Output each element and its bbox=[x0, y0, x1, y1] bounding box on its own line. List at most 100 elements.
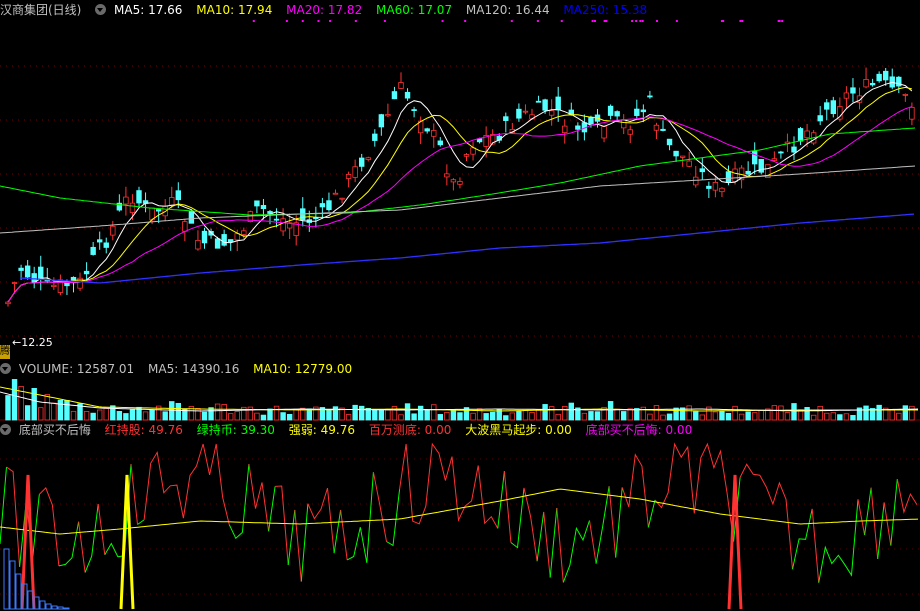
volume-bar bbox=[843, 413, 850, 421]
candle-body bbox=[431, 130, 437, 137]
strength-line bbox=[621, 453, 649, 528]
candle-body bbox=[601, 126, 607, 139]
volume-bar bbox=[666, 413, 673, 421]
volume-bar bbox=[470, 412, 476, 421]
volume-bar bbox=[503, 415, 509, 421]
candle-body bbox=[372, 133, 378, 141]
candle-body bbox=[182, 221, 188, 232]
candle-body bbox=[463, 154, 470, 157]
candle-body bbox=[97, 239, 103, 243]
volume-chart[interactable] bbox=[0, 377, 920, 421]
candle-body bbox=[319, 203, 326, 208]
volume-bar bbox=[830, 412, 836, 421]
candle-body bbox=[123, 196, 129, 205]
volume-bar bbox=[385, 409, 391, 421]
volume-bar bbox=[195, 408, 201, 421]
ma10-label: MA10: 17.94 bbox=[196, 3, 273, 17]
volume-bar bbox=[660, 414, 666, 421]
candle-body bbox=[614, 111, 620, 117]
volume-legend-bar: VOLUME: 12587.01 MA5: 14390.16 MA10: 127… bbox=[0, 361, 920, 377]
volume-bar bbox=[83, 411, 90, 421]
candle-body bbox=[516, 108, 522, 119]
strength-line bbox=[818, 499, 859, 583]
candle-body bbox=[679, 155, 686, 158]
volume-bar bbox=[457, 412, 463, 421]
signal-dot bbox=[639, 20, 642, 22]
volume-bar bbox=[483, 413, 489, 421]
candle-body bbox=[24, 265, 31, 278]
indicator-chart[interactable] bbox=[0, 439, 920, 611]
volume-bar bbox=[358, 405, 365, 421]
signal-spike bbox=[20, 474, 36, 610]
volume-bar bbox=[594, 411, 601, 421]
strength-label: 强弱: 49.76 bbox=[288, 423, 355, 437]
settings-dropdown-icon[interactable] bbox=[95, 4, 107, 15]
candlestick-chart[interactable] bbox=[0, 18, 920, 358]
signal-dot bbox=[781, 20, 784, 22]
volume-bar bbox=[614, 408, 620, 421]
volume-bar bbox=[555, 413, 561, 421]
candle-body bbox=[254, 200, 260, 207]
candle-body bbox=[260, 205, 267, 210]
strength-line bbox=[130, 464, 138, 525]
candle-body bbox=[339, 197, 345, 200]
candle-body bbox=[706, 185, 712, 189]
candle-body bbox=[273, 218, 280, 221]
strength-line bbox=[523, 487, 538, 562]
candle-body bbox=[745, 170, 751, 175]
candle-body bbox=[5, 301, 11, 305]
red-hold-label: 红持股: 49.76 bbox=[104, 423, 183, 437]
volume-bar bbox=[535, 409, 542, 421]
volume-bar bbox=[444, 411, 450, 421]
signal-dot bbox=[655, 20, 658, 22]
bottom-histogram-bar bbox=[57, 606, 64, 610]
signal-dot bbox=[605, 20, 608, 22]
candle-body bbox=[719, 187, 725, 193]
volume-bar bbox=[378, 409, 385, 421]
volume-bar bbox=[260, 414, 267, 421]
volume-bar bbox=[332, 406, 339, 421]
stock-title[interactable]: 汉商集团(日线) bbox=[0, 3, 81, 17]
candle-body bbox=[883, 70, 889, 81]
signal-dot bbox=[354, 20, 357, 22]
signal-dot bbox=[441, 20, 444, 22]
side-tag: 腾 bbox=[0, 345, 10, 359]
volume-bar bbox=[64, 400, 70, 421]
volume-bar bbox=[568, 402, 574, 421]
volume-bar bbox=[771, 405, 778, 421]
volume-bar bbox=[326, 409, 332, 421]
volume-bar bbox=[214, 403, 221, 421]
candle-body bbox=[699, 168, 705, 173]
candle-body bbox=[824, 102, 830, 110]
volume-dropdown-icon[interactable] bbox=[0, 363, 11, 374]
million-bottom-label: 百万测底: 0.00 bbox=[368, 423, 452, 437]
signal-dot bbox=[285, 20, 288, 22]
strength-line bbox=[503, 471, 512, 543]
volume-bar bbox=[863, 405, 869, 421]
volume-bar bbox=[450, 409, 457, 421]
ma120-label: MA120: 16.44 bbox=[465, 3, 550, 17]
volume-bar bbox=[293, 409, 299, 421]
signal-spike bbox=[119, 474, 135, 610]
strength-line bbox=[300, 503, 309, 582]
signal-dot bbox=[739, 20, 742, 22]
volume-bar bbox=[896, 412, 902, 421]
candle-body bbox=[555, 96, 561, 111]
candle-body bbox=[575, 125, 581, 130]
candle-body bbox=[666, 138, 673, 146]
candle-body bbox=[869, 82, 876, 86]
volume-bar bbox=[280, 412, 286, 421]
candle-body bbox=[863, 79, 869, 88]
strength-line bbox=[275, 485, 289, 565]
volume-ma5-label: MA5: 14390.16 bbox=[148, 362, 240, 376]
volume-bar bbox=[588, 411, 594, 421]
candle-body bbox=[110, 225, 116, 236]
bottom-buy-label: 底部买不后悔: 0.00 bbox=[585, 423, 693, 437]
strength-avg-line bbox=[0, 488, 919, 535]
indicator-dropdown-icon[interactable] bbox=[0, 424, 11, 435]
strength-line bbox=[58, 521, 80, 567]
candle-body bbox=[385, 114, 391, 117]
candle-body bbox=[660, 128, 666, 131]
candle-body bbox=[280, 218, 286, 232]
indicator-name[interactable]: 底部买不后悔 bbox=[19, 423, 91, 437]
